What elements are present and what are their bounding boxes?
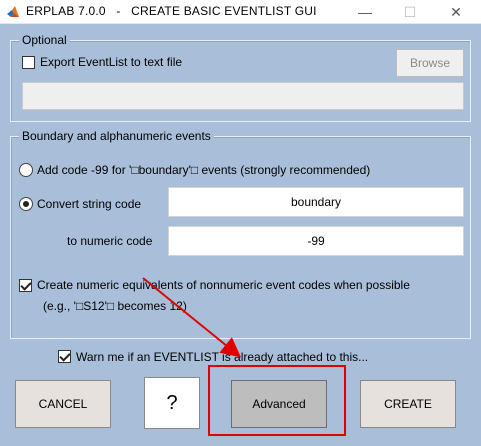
boundary-panel: Boundary and alphanumeric events Add cod…	[10, 129, 471, 339]
warn-eventlist-attached-checkbox[interactable]	[58, 350, 71, 363]
minimize-button[interactable]: —	[355, 2, 375, 22]
close-button[interactable]: ✕	[446, 2, 466, 22]
create-numeric-equivalents-label: Create numeric equivalents of nonnumeric…	[37, 278, 410, 292]
convert-string-code-radio[interactable]	[19, 197, 33, 211]
boundary-panel-title: Boundary and alphanumeric events	[19, 129, 214, 143]
advanced-button[interactable]: Advanced	[231, 380, 327, 428]
convert-string-code-label: Convert string code	[37, 197, 142, 211]
warn-eventlist-attached-label: Warn me if an EVENTLIST is already attac…	[76, 350, 369, 364]
create-numeric-example-label: (e.g., '□S12'□ becomes 12)	[43, 299, 187, 313]
export-path-field[interactable]	[22, 82, 464, 110]
maximize-button[interactable]: ☐	[400, 2, 420, 22]
export-eventlist-label: Export EventList to text file	[40, 55, 183, 69]
matlab-logo-icon	[7, 6, 19, 17]
window-title: ERPLAB 7.0.0 - CREATE BASIC EVENTLIST GU…	[26, 4, 317, 18]
dialog-body: Optional Export EventList to text file B…	[0, 24, 481, 446]
string-code-input[interactable]: boundary	[168, 187, 464, 217]
numeric-code-input[interactable]: -99	[168, 226, 464, 256]
add-boundary-code-radio[interactable]	[19, 163, 33, 177]
optional-panel: Optional Export EventList to text file B…	[10, 33, 471, 122]
optional-panel-title: Optional	[19, 33, 70, 47]
browse-button[interactable]: Browse	[396, 49, 464, 77]
title-bar: ERPLAB 7.0.0 - CREATE BASIC EVENTLIST GU…	[0, 0, 481, 24]
create-button[interactable]: CREATE	[360, 380, 456, 428]
add-boundary-code-label: Add code -99 for '□boundary'□ events (st…	[37, 163, 371, 177]
to-numeric-code-label: to numeric code	[67, 234, 153, 248]
cancel-button[interactable]: CANCEL	[15, 380, 111, 428]
help-button[interactable]: ?	[144, 377, 200, 429]
create-numeric-equivalents-checkbox[interactable]	[19, 279, 32, 292]
export-eventlist-checkbox[interactable]	[22, 56, 35, 69]
